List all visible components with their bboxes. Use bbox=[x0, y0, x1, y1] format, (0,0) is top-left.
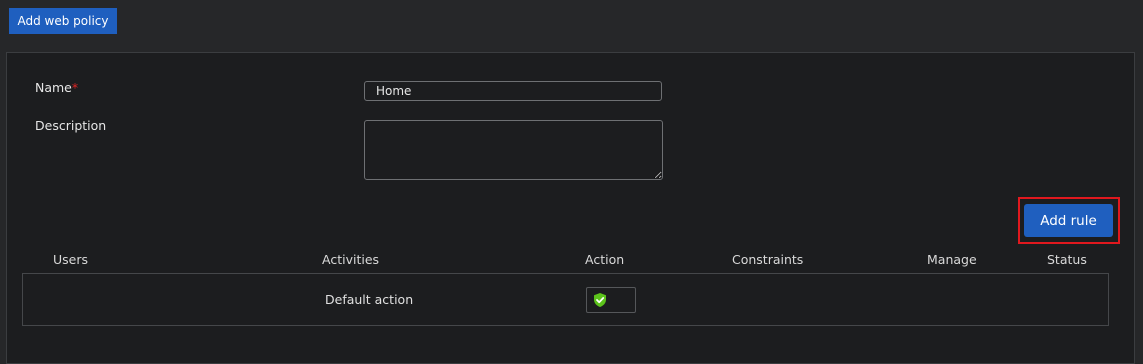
description-label: Description bbox=[35, 118, 107, 133]
action-selector[interactable] bbox=[586, 287, 636, 313]
column-header-action: Action bbox=[585, 252, 625, 267]
column-header-status: Status bbox=[1047, 252, 1087, 267]
policy-panel: Name* Description Add rule Users Activit… bbox=[6, 52, 1135, 364]
column-header-users: Users bbox=[53, 252, 89, 267]
name-input[interactable] bbox=[364, 81, 662, 101]
column-header-manage: Manage bbox=[927, 252, 977, 267]
description-textarea[interactable] bbox=[364, 120, 663, 180]
name-label: Name* bbox=[35, 80, 79, 95]
add-web-policy-button[interactable]: Add web policy bbox=[9, 8, 117, 34]
column-header-activities: Activities bbox=[322, 252, 380, 267]
table-row: Default action bbox=[22, 273, 1109, 326]
required-mark: * bbox=[71, 80, 79, 95]
column-header-constraints: Constraints bbox=[732, 252, 804, 267]
shield-check-icon bbox=[592, 292, 608, 308]
activities-cell: Default action bbox=[325, 292, 414, 307]
add-rule-button[interactable]: Add rule bbox=[1024, 204, 1113, 237]
